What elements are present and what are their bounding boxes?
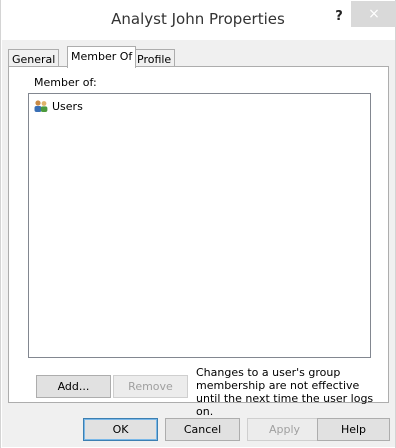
- apply-button[interactable]: Apply: [247, 418, 322, 441]
- member-of-list[interactable]: Users: [28, 93, 371, 358]
- help-button[interactable]: Help: [317, 418, 390, 441]
- add-button[interactable]: Add...: [36, 375, 111, 398]
- membership-note: Changes to a user's group membership are…: [196, 366, 374, 418]
- close-button[interactable]: ×: [351, 1, 396, 27]
- users-group-icon: [33, 99, 49, 113]
- title-bar: Analyst John Properties ? ×: [1, 0, 396, 40]
- list-item-label: Users: [52, 99, 83, 113]
- ok-button[interactable]: OK: [83, 418, 158, 441]
- properties-dialog: Analyst John Properties ? × General Memb…: [0, 0, 396, 448]
- list-item[interactable]: Users: [33, 98, 83, 114]
- cancel-button[interactable]: Cancel: [165, 418, 240, 441]
- tab-member-of[interactable]: Member Of: [67, 46, 137, 68]
- help-context-button[interactable]: ?: [329, 6, 349, 28]
- remove-button[interactable]: Remove: [113, 375, 188, 398]
- member-of-label: Member of:: [34, 76, 97, 89]
